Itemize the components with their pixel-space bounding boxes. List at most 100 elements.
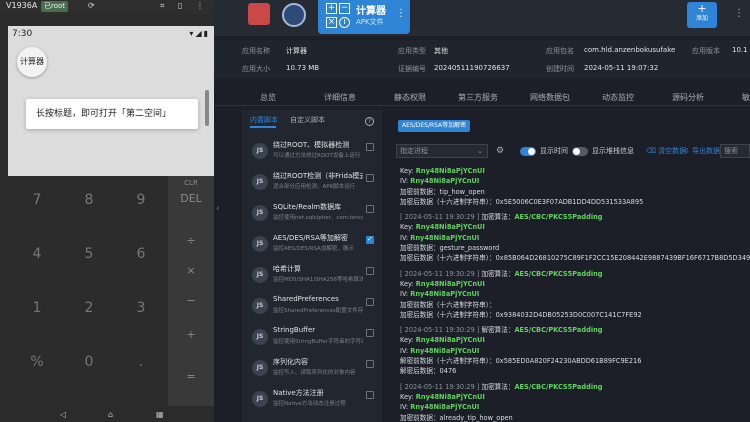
clear-data-button[interactable]: ⌫ 清空数据 (646, 144, 686, 158)
script-desc: 监控MD5/SHA1/SHA256等哈希算法 (273, 277, 363, 283)
calc-key[interactable]: 5 (64, 234, 114, 274)
calc-op-key[interactable]: DEL (168, 192, 214, 205)
calc-op-key[interactable]: − (168, 294, 214, 307)
script-item[interactable]: JS 绕过ROOT检测（非Frida模式） 适合部分应用检测，APK脚本运行 (246, 169, 378, 199)
calc-op-key[interactable]: = (168, 370, 214, 383)
package-value: com.hld.anzenbokusufake (584, 46, 676, 54)
gear-icon[interactable]: ⚙ (496, 144, 504, 158)
info-key: 应用版本 (692, 47, 720, 55)
created-time-value: 2024-05-11 19:07:32 (584, 64, 659, 72)
js-script-icon: JS (252, 236, 268, 252)
log-timestamp: [ 2024-05-11 19:30:29 ] (400, 213, 480, 222)
calc-key[interactable]: 1 (12, 288, 62, 328)
script-item[interactable]: JS 序列化内容 监控写入、读取序列化的对象内容 (246, 355, 378, 385)
script-item[interactable]: JS 哈希计算 监控MD5/SHA1/SHA256等哈希算法 (246, 262, 378, 292)
root-badge: 已root (41, 1, 69, 12)
recents-icon[interactable]: ▦ (156, 410, 164, 419)
calc-key[interactable]: 6 (116, 234, 166, 274)
export-data-button[interactable]: ⇩ 导出数据 (684, 144, 720, 158)
script-name: Native方法注册 (273, 389, 324, 397)
calc-op-key[interactable]: ÷ (168, 234, 214, 247)
help-icon[interactable]: ? (365, 117, 374, 126)
script-desc: 监控Native方法动态注册过程 (273, 401, 346, 407)
js-script-icon: JS (252, 360, 268, 376)
show-time-toggle[interactable] (520, 147, 536, 156)
collapse-arrow-icon[interactable]: ‹ (216, 204, 224, 220)
script-checkbox[interactable] (366, 235, 374, 244)
calc-op-key[interactable]: × (168, 264, 214, 277)
script-checkbox[interactable] (366, 391, 374, 399)
tab-network-packets[interactable]: 网络数据包 (530, 92, 570, 103)
search-input[interactable]: 搜索 (720, 144, 750, 158)
process-select[interactable]: 指定进程 ⌄ (396, 144, 488, 158)
calc-key[interactable]: % (12, 342, 62, 382)
minus-icon[interactable]: − (339, 3, 350, 14)
tab-dynamic-monitor[interactable]: 动态监控 (602, 92, 634, 103)
calc-key[interactable]: . (116, 342, 166, 382)
log-text: 加密后数据（十六进制字符串）：0x5E5006C0E3F07ADB1DD4DD5… (400, 197, 644, 206)
more-icon[interactable]: ⋮ (196, 1, 204, 10)
tab-details[interactable]: 详细信息 (324, 92, 356, 103)
tab-third-party[interactable]: 第三方服务 (458, 92, 498, 103)
show-stack-toggle[interactable] (572, 147, 588, 156)
log-key-label: Key: (400, 223, 416, 232)
top-more-icon[interactable]: ⋮ (734, 8, 744, 19)
script-checkbox[interactable] (366, 143, 374, 151)
active-script-tag[interactable]: AES/DES/RSA等加解密 (398, 120, 471, 132)
tab-static-permissions[interactable]: 静态权限 (394, 92, 426, 103)
tab-sensitive[interactable]: 敏 (742, 92, 750, 103)
tab-source-analysis[interactable]: 源码分析 (672, 92, 704, 103)
script-checkbox[interactable] (366, 329, 374, 337)
back-icon[interactable]: ◁ (60, 410, 66, 419)
calc-key[interactable]: 8 (64, 180, 114, 220)
calc-key[interactable]: 0 (64, 342, 114, 382)
script-checkbox[interactable] (366, 174, 374, 182)
calc-key[interactable]: 3 (116, 288, 166, 328)
tab-custom-scripts[interactable]: 自定义脚本 (290, 115, 325, 125)
script-checkbox[interactable] (366, 205, 374, 213)
log-line: Key: Rny48Ni8aPjYCnUI (400, 166, 750, 176)
calc-key[interactable]: 4 (12, 234, 62, 274)
add-button[interactable]: + 添加 (687, 2, 717, 28)
rotate-icon[interactable]: ▯ (178, 1, 182, 10)
popup-menu-icon[interactable]: ⋮ (396, 8, 406, 19)
log-key-label: IV: (400, 290, 411, 299)
log-line: 加密前数据：gesture_password (400, 243, 750, 253)
script-checkbox[interactable] (366, 360, 374, 368)
js-script-icon: JS (252, 391, 268, 407)
log-line: IV: Rny48Ni8aPjYCnUI (400, 233, 750, 243)
script-item[interactable]: JS StringBuffer 监控使用StringBuffer字符串的字符串 (246, 324, 378, 354)
script-item[interactable]: JS AES/DES/RSA等加解密 监控AES/DES/RSA加解密，展示 (246, 231, 378, 261)
calc-key[interactable]: 9 (116, 180, 166, 220)
phone-app-screen: 7:30 ▾◢▮ 计算器 长按标题，即可打开「第二空间」 (8, 26, 214, 176)
js-script-icon: JS (252, 174, 268, 190)
script-item[interactable]: JS 绕过ROOT、模拟器检测 可以通过方法绕过ROOT设备上运行 (246, 138, 378, 168)
app-type-value: 其他 (434, 47, 448, 55)
script-item[interactable]: JS SQLite/Realm数据库 监控使用net.sqlcipher、com.t… (246, 200, 378, 230)
scrollbar[interactable] (205, 90, 209, 126)
close-icon[interactable]: × (326, 17, 337, 28)
calc-op-key[interactable]: + (168, 328, 214, 341)
clear-icon: ⌫ (646, 147, 659, 155)
home-icon[interactable]: ⌂ (108, 410, 113, 419)
script-item[interactable]: JS SharedPreferences 监控SharedPreferences配置… (246, 293, 378, 323)
calc-key[interactable]: 2 (64, 288, 114, 328)
script-checkbox[interactable] (366, 298, 374, 306)
avatar[interactable] (248, 3, 270, 25)
crop-icon[interactable]: ⌗ (160, 1, 165, 11)
script-item[interactable]: JS Native方法注册监控Native方法动态注册过程 (246, 386, 378, 416)
log-line: [ 2024-05-11 19:30:29 ] 加密算法：AES/CBC/PKC… (400, 382, 750, 392)
tab-builtin-scripts[interactable]: 内置脚本 (250, 115, 278, 125)
evidence-id-value: 20240511190726637 (434, 64, 510, 72)
app-popup-card[interactable]: + − × i 计算器 APK文件 ⋮ (318, 0, 410, 34)
js-script-icon: JS (252, 205, 268, 221)
plus-icon[interactable]: + (326, 3, 337, 14)
app-title-bubble[interactable]: 计算器 (17, 47, 47, 77)
info-icon[interactable]: i (339, 17, 350, 28)
tab-overview[interactable]: 总览 (260, 92, 276, 103)
calc-op-key[interactable]: CLR (168, 179, 214, 187)
script-checkbox[interactable] (366, 267, 374, 275)
js-script-icon: JS (252, 298, 268, 314)
calc-key[interactable]: 7 (12, 180, 62, 220)
refresh-icon[interactable]: ⟳ (88, 1, 95, 10)
